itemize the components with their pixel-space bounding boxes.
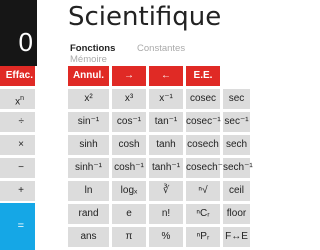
- sinh-button[interactable]: sinh: [68, 135, 109, 155]
- divide-button[interactable]: ÷: [0, 112, 35, 132]
- cancel-button[interactable]: Annul.: [68, 66, 109, 86]
- fixed-exponent-toggle-button[interactable]: F↔E: [223, 227, 250, 247]
- logx-button[interactable]: logₓ: [112, 181, 146, 201]
- power-button[interactable]: xn: [0, 89, 35, 109]
- percent-button[interactable]: %: [149, 227, 183, 247]
- cursor-right-button[interactable]: →: [112, 66, 146, 86]
- tab-fonctions[interactable]: Fonctions: [70, 43, 115, 54]
- display-panel: 0: [0, 0, 37, 66]
- cosech-button[interactable]: cosech: [186, 135, 220, 155]
- subtract-button[interactable]: −: [0, 158, 35, 178]
- nth-root-button[interactable]: ⁿ√: [186, 181, 220, 201]
- reciprocal-button[interactable]: x⁻¹: [149, 89, 183, 109]
- arctan-button[interactable]: tan⁻¹: [149, 112, 183, 132]
- tanh-button[interactable]: tanh: [149, 135, 183, 155]
- multiply-button[interactable]: ×: [0, 135, 35, 155]
- ceil-button[interactable]: ceil: [223, 181, 250, 201]
- arccosec-button[interactable]: cosec⁻¹: [186, 112, 221, 132]
- arcsech-button[interactable]: sech⁻¹: [223, 158, 253, 178]
- sech-button[interactable]: sech: [223, 135, 250, 155]
- tab-memoire[interactable]: Mémoire: [70, 54, 107, 65]
- clear-button[interactable]: Effac.: [0, 66, 35, 86]
- add-button[interactable]: +: [0, 181, 35, 201]
- sec-button[interactable]: sec: [223, 89, 250, 109]
- cosec-button[interactable]: cosec: [186, 89, 220, 109]
- square-button[interactable]: x²: [68, 89, 109, 109]
- arctanh-button[interactable]: tanh⁻¹: [149, 158, 183, 178]
- permutation-button[interactable]: ⁿPᵣ: [186, 227, 220, 247]
- page-title: Scientifique: [68, 2, 222, 32]
- tab-bar: Fonctions Constantes Mémoire: [70, 43, 250, 65]
- equals-button[interactable]: =: [0, 203, 35, 250]
- rand-button[interactable]: rand: [68, 204, 109, 224]
- arcsin-button[interactable]: sin⁻¹: [68, 112, 109, 132]
- cube-button[interactable]: x³: [112, 89, 146, 109]
- cosh-button[interactable]: cosh: [112, 135, 146, 155]
- display-value: 0: [18, 27, 33, 57]
- cube-root-button[interactable]: ∛: [149, 181, 183, 201]
- pi-button[interactable]: π: [112, 227, 146, 247]
- factorial-button[interactable]: n!: [149, 204, 183, 224]
- arcsinh-button[interactable]: sinh⁻¹: [68, 158, 109, 178]
- exponent-entry-button[interactable]: E.E.: [186, 66, 220, 86]
- arccosech-button[interactable]: cosech⁻¹: [186, 158, 226, 178]
- left-keypad: 0 Effac. xn ÷ × − + =: [0, 0, 37, 250]
- euler-button[interactable]: e: [112, 204, 146, 224]
- arccos-button[interactable]: cos⁻¹: [112, 112, 146, 132]
- arcsec-button[interactable]: sec⁻¹: [223, 112, 250, 132]
- scientific-keypad: Annul. → ← E.E. x² x³ x⁻¹ cosec sec sin⁻…: [68, 66, 253, 250]
- tab-constantes[interactable]: Constantes: [137, 43, 185, 54]
- cursor-left-button[interactable]: ←: [149, 66, 183, 86]
- ln-button[interactable]: ln: [68, 181, 109, 201]
- combination-button[interactable]: ⁿCᵣ: [186, 204, 220, 224]
- floor-button[interactable]: floor: [223, 204, 250, 224]
- arccosh-button[interactable]: cosh⁻¹: [112, 158, 146, 178]
- ans-button[interactable]: ans: [68, 227, 109, 247]
